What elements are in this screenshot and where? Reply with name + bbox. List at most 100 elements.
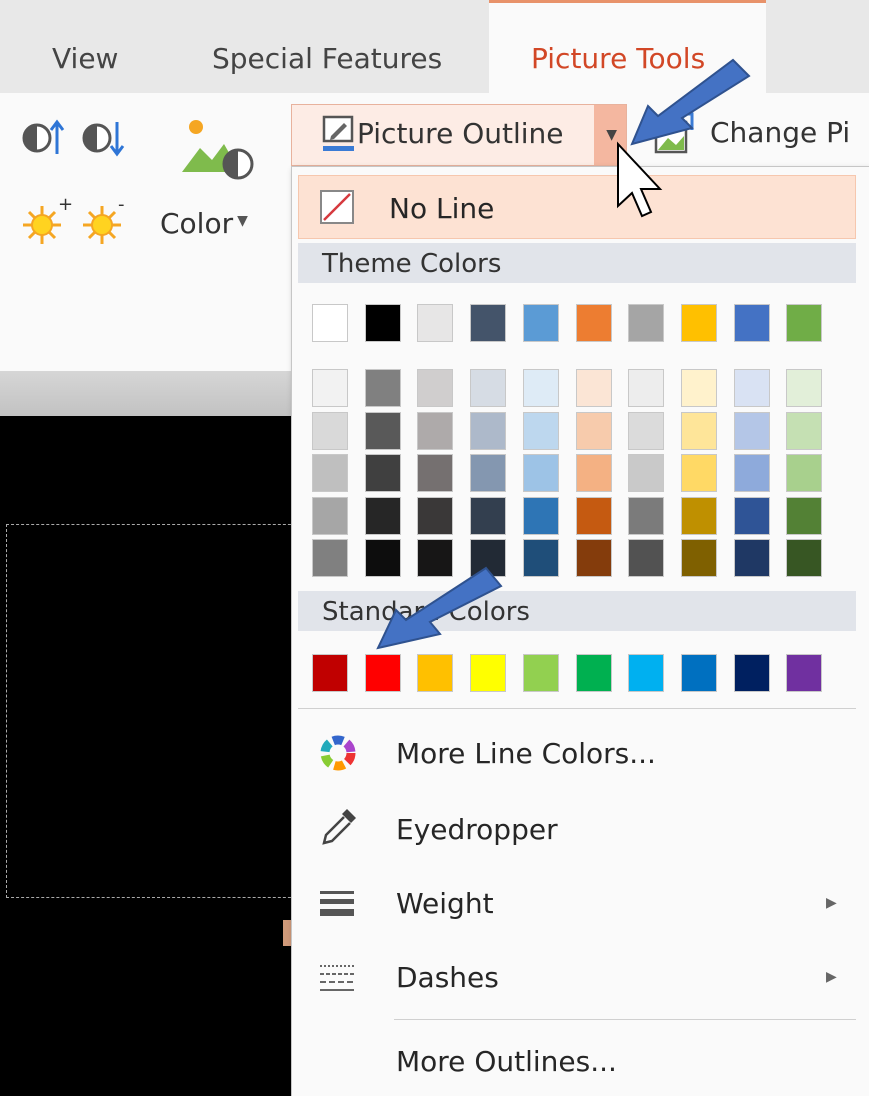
theme-color-tint-swatch[interactable] [417,539,454,577]
theme-color-tint-swatch[interactable] [575,539,612,577]
theme-color-swatch[interactable] [733,304,770,342]
selected-picture-frame[interactable] [6,524,306,898]
theme-color-tint-swatch[interactable] [312,369,348,407]
theme-color-tint-swatch[interactable] [575,411,612,450]
color-dropdown-button[interactable]: Color ▼ [160,207,248,240]
theme-color-tint-swatch[interactable] [364,496,401,535]
picture-outline-label: Picture Outline [357,117,564,150]
theme-color-tint-swatch[interactable] [628,454,665,492]
theme-color-tint-swatch[interactable] [417,496,454,535]
theme-color-tint-swatch[interactable] [575,369,612,407]
theme-color-swatch[interactable] [786,304,823,342]
no-line-label: No Line [389,192,495,225]
theme-color-swatch[interactable] [364,304,401,342]
line-weight-icon [320,891,354,916]
menu-item-eyedropper[interactable]: Eyedropper [292,793,869,863]
theme-color-tint-swatch[interactable] [786,454,823,492]
standard-color-swatch[interactable] [312,654,348,692]
theme-color-swatch[interactable] [417,304,454,342]
picture-color-icon[interactable] [178,118,256,182]
menu-item-dashes[interactable]: Dashes ▶ [292,941,869,1011]
theme-color-tint-swatch[interactable] [628,369,665,407]
tab-picture-tools[interactable]: Picture Tools [489,0,766,93]
theme-color-tint-swatch[interactable] [575,496,612,535]
theme-color-tint-swatch[interactable] [364,454,401,492]
theme-color-tint-swatch[interactable] [786,411,823,450]
theme-color-tint-swatch[interactable] [575,454,612,492]
submenu-arrow-icon: ▶ [826,895,837,911]
weight-label: Weight [396,887,494,920]
theme-color-tint-swatch[interactable] [680,411,717,450]
theme-color-tint-swatch[interactable] [680,454,717,492]
standard-color-swatch[interactable] [522,654,559,692]
color-button-label: Color [160,207,234,240]
theme-color-tint-swatch[interactable] [522,496,559,535]
theme-color-tint-swatch[interactable] [312,539,348,577]
theme-color-tint-swatch[interactable] [733,539,770,577]
tab-view[interactable]: View [52,0,118,93]
standard-color-swatch[interactable] [733,654,770,692]
theme-color-tint-swatch[interactable] [470,539,507,577]
theme-color-tint-swatch[interactable] [628,411,665,450]
theme-color-tint-swatch[interactable] [522,454,559,492]
menu-item-more-outlines[interactable]: More Outlines... [292,1027,869,1096]
theme-color-tint-swatch[interactable] [312,454,348,492]
dashes-label: Dashes [396,961,499,994]
theme-color-tint-swatch[interactable] [417,411,454,450]
contrast-decrease-icon[interactable] [80,116,140,162]
theme-color-tint-swatch[interactable] [628,539,665,577]
standard-color-swatch[interactable] [786,654,823,692]
theme-color-tint-swatch[interactable] [364,369,401,407]
theme-color-tint-swatch[interactable] [312,411,348,450]
menu-separator [298,708,856,709]
standard-color-swatch[interactable] [628,654,665,692]
standard-color-swatch[interactable] [470,654,507,692]
theme-color-swatch[interactable] [470,304,507,342]
theme-color-tint-swatch[interactable] [680,496,717,535]
theme-color-tint-swatch[interactable] [733,496,770,535]
theme-color-tint-swatch[interactable] [680,539,717,577]
standard-color-swatch[interactable] [680,654,717,692]
theme-color-tint-swatch[interactable] [522,539,559,577]
theme-color-swatch[interactable] [522,304,559,342]
standard-color-swatch[interactable] [417,654,454,692]
theme-color-tint-swatch[interactable] [733,369,770,407]
theme-color-tint-swatch[interactable] [470,369,507,407]
menu-item-weight[interactable]: Weight ▶ [292,867,869,937]
theme-color-tint-swatch[interactable] [628,496,665,535]
theme-color-tint-swatch[interactable] [680,369,717,407]
tab-special-features[interactable]: Special Features [212,0,442,93]
picture-outline-dropdown-arrow[interactable]: ▼ [594,105,626,165]
theme-color-tint-swatch[interactable] [733,454,770,492]
standard-color-swatch[interactable] [364,654,401,692]
svg-text:-: - [118,196,125,215]
theme-color-swatch[interactable] [312,304,348,342]
standard-color-swatch[interactable] [575,654,612,692]
theme-color-tint-swatch[interactable] [364,539,401,577]
theme-color-swatch[interactable] [680,304,717,342]
theme-color-tint-swatch[interactable] [522,411,559,450]
theme-color-tint-swatch[interactable] [470,496,507,535]
brightness-increase-icon[interactable]: + [22,196,72,248]
theme-color-tint-swatch[interactable] [417,454,454,492]
menu-item-more-line-colors[interactable]: More Line Colors... [292,719,869,789]
theme-color-tint-swatch[interactable] [786,539,823,577]
eyedropper-icon [322,809,356,845]
change-picture-button[interactable]: Change Pi [652,104,869,166]
theme-color-tint-swatch[interactable] [786,369,823,407]
brightness-decrease-icon[interactable]: - [82,196,132,248]
more-outlines-label: More Outlines... [396,1045,617,1078]
theme-color-tint-swatch[interactable] [417,369,454,407]
theme-color-swatch[interactable] [628,304,665,342]
theme-color-swatch[interactable] [575,304,612,342]
theme-color-tint-swatch[interactable] [470,411,507,450]
menu-item-no-line[interactable]: No Line [298,175,856,239]
theme-color-tint-swatch[interactable] [364,411,401,450]
theme-color-tint-swatch[interactable] [786,496,823,535]
theme-colors-heading: Theme Colors [298,243,856,283]
picture-outline-button[interactable]: Picture Outline ▼ [291,104,627,166]
theme-color-tint-swatch[interactable] [312,496,348,535]
theme-color-tint-swatch[interactable] [522,369,559,407]
theme-color-tint-swatch[interactable] [470,454,507,492]
theme-color-tint-swatch[interactable] [733,411,770,450]
